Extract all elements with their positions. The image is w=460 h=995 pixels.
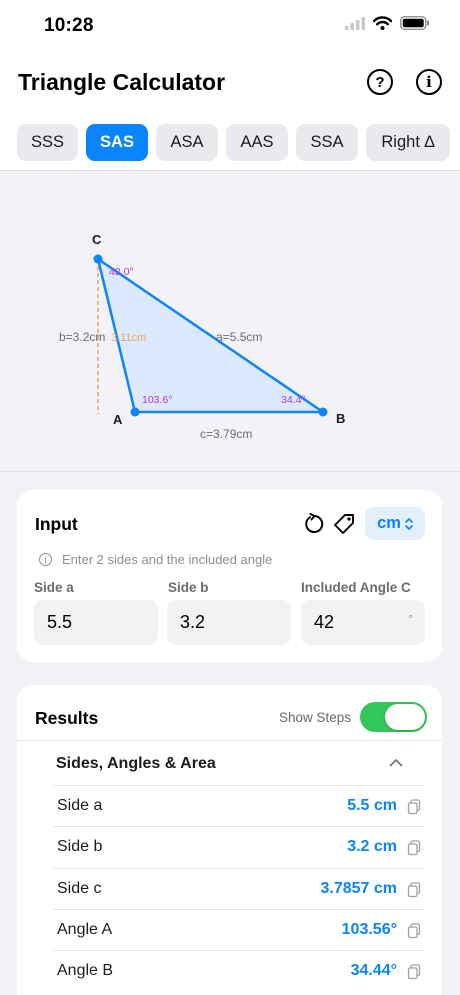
app-header: Triangle Calculator ? i SSS SAS ASA AAS … (0, 52, 460, 170)
vertex-b-dot (318, 407, 328, 417)
tab-ssa[interactable]: SSA (296, 124, 358, 161)
show-steps-label: Show Steps (279, 710, 352, 725)
hint-text: Enter 2 sides and the included angle (62, 552, 273, 567)
copy-icon[interactable] (407, 923, 421, 939)
copy-icon[interactable] (407, 881, 421, 898)
side-b-input[interactable]: 3.2 (167, 600, 291, 645)
chevron-up-icon[interactable] (389, 758, 403, 767)
reset-icon (305, 513, 324, 533)
unit-value: cm (377, 514, 401, 532)
result-label: Side c (57, 879, 102, 897)
vertex-c-label: C (92, 232, 102, 247)
triangle-svg: C A B a=5.5cm b=3.2cm c=3.79cm 3.11cm 42… (59, 232, 345, 441)
results-title: Results (35, 708, 99, 728)
unit-select[interactable]: cm (365, 507, 425, 540)
tag-icon (334, 514, 354, 534)
copy-icon[interactable] (407, 799, 421, 815)
app-title: Triangle Calculator (18, 69, 226, 95)
result-label: Side a (57, 797, 103, 815)
result-value: 5.5 cm (347, 797, 397, 815)
copy-icon[interactable] (407, 840, 421, 856)
reset-button[interactable] (302, 512, 326, 536)
side-a-label: a=5.5cm (216, 330, 262, 344)
info-button[interactable]: i (416, 69, 442, 95)
tab-right-triangle[interactable]: Right ∆ (366, 124, 450, 161)
vertex-b-label: B (336, 411, 345, 426)
show-steps-toggle[interactable] (360, 702, 427, 732)
tag-button[interactable] (332, 512, 356, 536)
angle-c-field-label: Included Angle C (301, 580, 411, 595)
angle-c-value: 42 (314, 612, 335, 632)
side-a-input[interactable]: 5.5 (34, 600, 158, 645)
help-button[interactable]: ? (367, 69, 393, 95)
side-c-label: c=3.79cm (200, 427, 252, 441)
side-b-value: 3.2 (180, 612, 206, 632)
mode-tabs: SSS SAS ASA AAS SSA Right ∆ (17, 124, 450, 161)
tab-sss[interactable]: SSS (17, 124, 78, 161)
input-hint: i Enter 2 sides and the included angle (39, 552, 272, 567)
results-card: Results Show Steps Sides, Angles & Area … (17, 685, 442, 995)
result-row-side-c: Side c 3.7857 cm (53, 867, 425, 909)
angle-c-label: 42.0° (109, 266, 134, 278)
info-icon: i (426, 73, 432, 91)
status-icons (345, 16, 430, 30)
vertex-c-dot (93, 254, 103, 264)
status-time: 10:28 (44, 15, 94, 36)
input-title: Input (35, 514, 78, 534)
cellular-icon (345, 16, 365, 30)
vertex-a-label: A (113, 412, 123, 427)
result-label: Angle A (57, 921, 113, 939)
tab-aas[interactable]: AAS (226, 124, 288, 161)
wifi-icon (373, 16, 392, 30)
result-value: 3.2 cm (347, 838, 397, 856)
result-row-side-a: Side a 5.5 cm (53, 785, 425, 826)
result-value: 34.44° (350, 962, 397, 980)
question-mark-icon: ? (375, 73, 385, 91)
result-row-side-b: Side b 3.2 cm (53, 826, 425, 867)
section-title[interactable]: Sides, Angles & Area (56, 755, 216, 773)
result-label: Side b (57, 838, 103, 856)
tab-sas[interactable]: SAS (86, 124, 148, 161)
result-label: Angle B (57, 962, 114, 980)
angle-c-input[interactable]: 42 ° (301, 600, 425, 645)
triangle-diagram: C A B a=5.5cm b=3.2cm c=3.79cm 3.11cm 42… (0, 170, 460, 472)
battery-icon (400, 16, 429, 30)
tab-asa[interactable]: ASA (156, 124, 218, 161)
angle-a-label: 103.6° (142, 394, 172, 406)
chevron-updown-icon (405, 517, 413, 530)
input-card: Input cm i Enter 2 sides and the include… (17, 490, 442, 662)
angle-b-label: 34.4° (281, 394, 306, 406)
results-divider (17, 740, 442, 741)
side-b-label: b=3.2cm (59, 330, 105, 344)
side-a-field-label: Side a (34, 580, 74, 595)
height-label: 3.11cm (111, 332, 146, 344)
result-row-angle-a: Angle A 103.56° (53, 908, 425, 950)
copy-icon[interactable] (407, 964, 421, 980)
results-list: Side a 5.5 cm Side b 3.2 cm Side c 3.785… (53, 785, 425, 991)
side-a-value: 5.5 (47, 612, 73, 632)
result-value: 103.56° (341, 921, 397, 939)
degree-suffix: ° (408, 612, 413, 626)
side-b-field-label: Side b (168, 580, 209, 595)
result-value: 3.7857 cm (320, 879, 397, 897)
result-row-angle-b: Angle B 34.44° (53, 950, 425, 991)
vertex-a-dot (130, 407, 140, 417)
toggle-knob (385, 704, 425, 730)
status-bar: 10:28 (0, 0, 460, 52)
info-small-icon: i (39, 553, 52, 566)
